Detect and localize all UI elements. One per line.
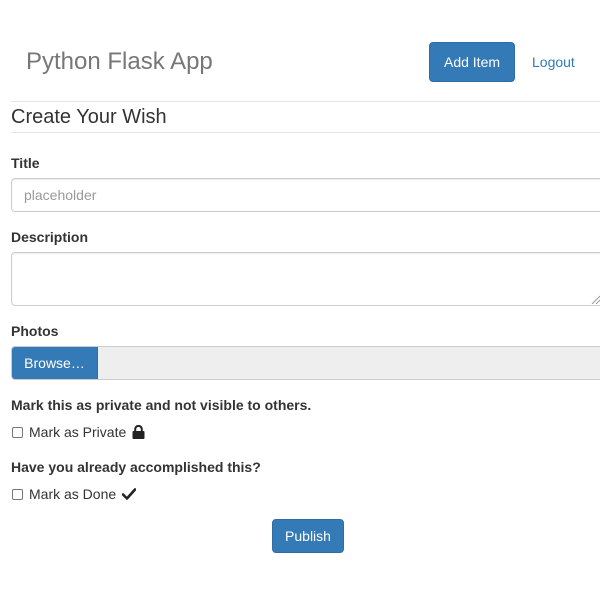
done-checkbox-label[interactable]: Mark as Done [29,485,116,503]
title-label: Title [11,155,40,171]
browse-button[interactable]: Browse… [12,347,98,379]
add-item-button[interactable]: Add Item [429,42,515,82]
checkmark-icon [121,488,137,500]
lock-icon [132,424,145,439]
divider-top [11,101,600,102]
photos-file-input[interactable]: Browse… [11,346,600,380]
private-prompt: Mark this as private and not visible to … [11,397,312,413]
publish-button[interactable]: Publish [272,519,344,553]
page-title: Create Your Wish [11,106,167,128]
divider-bottom [11,132,600,133]
private-checkbox-label[interactable]: Mark as Private [29,423,126,441]
done-prompt: Have you already accomplished this? [11,459,261,475]
description-textarea[interactable] [11,252,600,306]
brand-title[interactable]: Python Flask App [26,47,213,77]
page: Python Flask App Add Item Logout Create … [0,0,600,600]
title-input[interactable] [11,178,600,212]
logout-link[interactable]: Logout [532,53,575,71]
private-checkbox-row[interactable]: Mark as Private [11,423,145,441]
done-checkbox[interactable] [12,488,23,500]
resize-grip-icon[interactable] [591,295,600,304]
done-checkbox-row[interactable]: Mark as Done [11,485,137,503]
private-checkbox[interactable] [12,426,23,438]
description-label: Description [11,229,89,245]
photos-label: Photos [11,323,59,339]
